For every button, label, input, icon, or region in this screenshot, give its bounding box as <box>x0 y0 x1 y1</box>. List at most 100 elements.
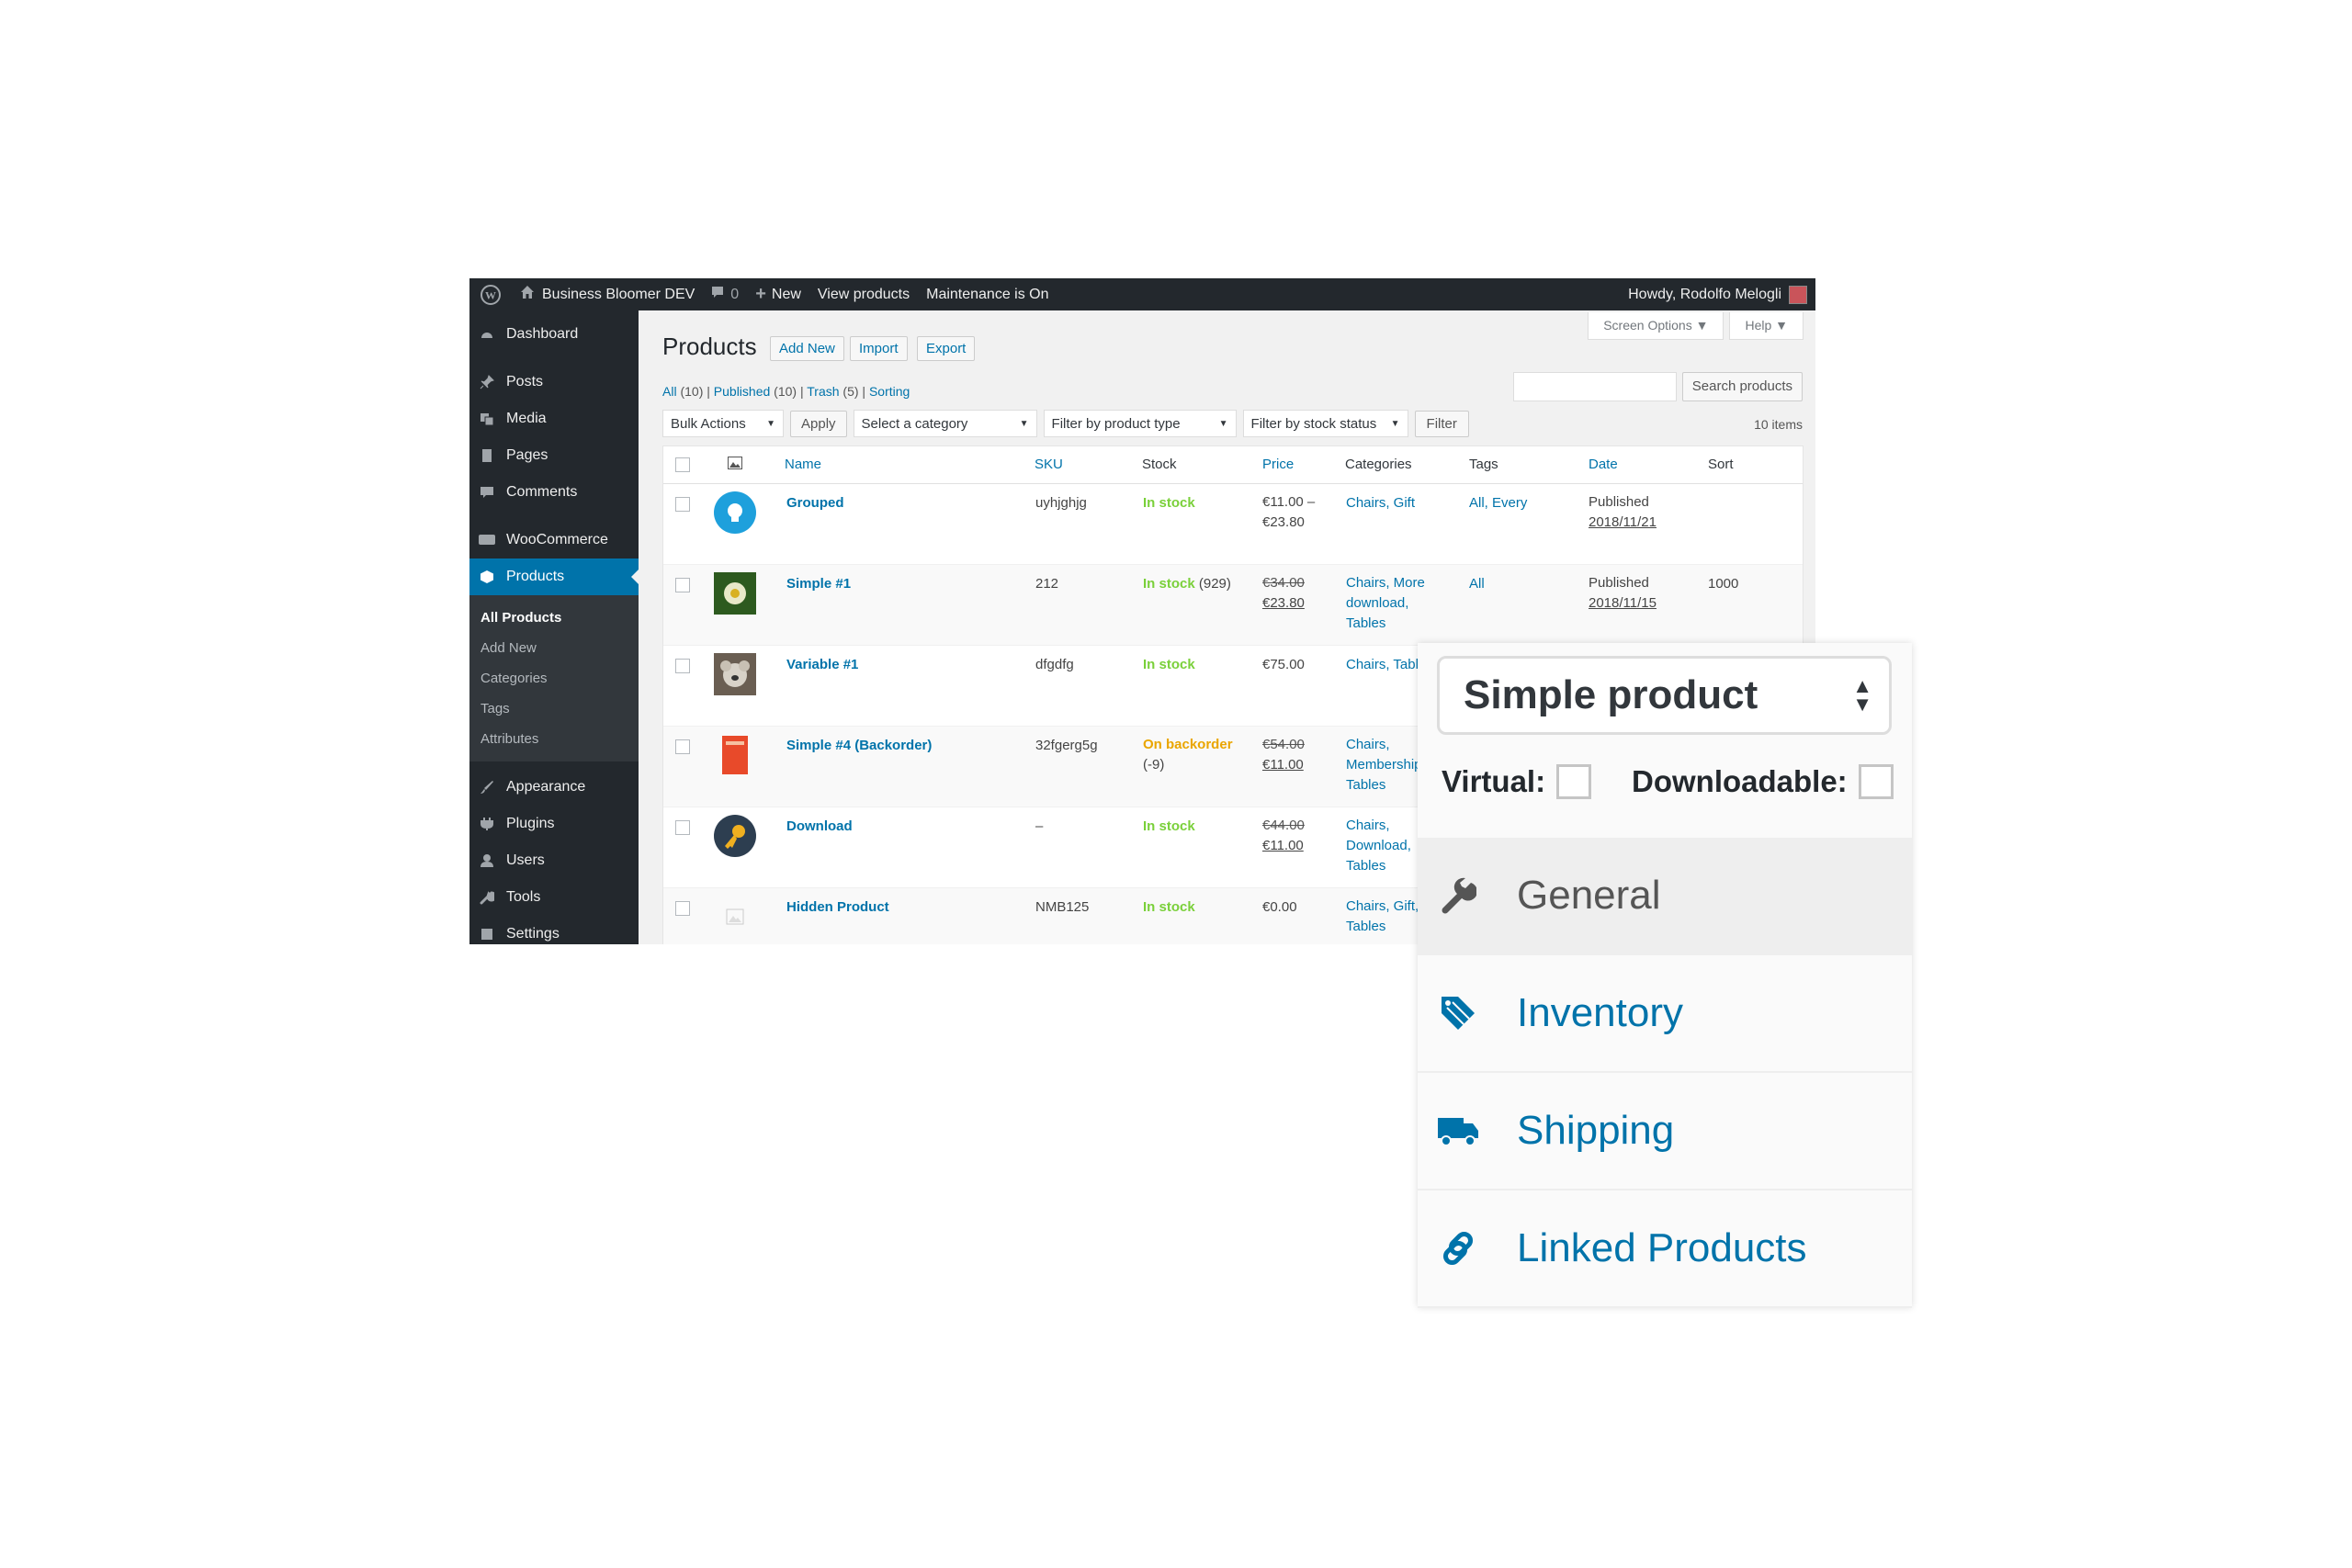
variable-1-thumbnail[interactable] <box>714 653 756 695</box>
product-name-link[interactable]: Variable #1 <box>786 657 858 672</box>
stock-status: In stock <box>1143 576 1195 592</box>
wordpress-logo-icon[interactable]: W <box>469 278 512 310</box>
sidebar-item-tools[interactable]: Tools <box>469 879 639 916</box>
my-account-link[interactable]: Howdy, Rodolfo Melogli <box>1620 278 1815 310</box>
view-published-link[interactable]: Published <box>714 384 771 399</box>
product-categories[interactable]: Chairs, Gift <box>1346 495 1415 511</box>
submenu-add-new[interactable]: Add New <box>469 633 639 663</box>
product-categories[interactable]: Chairs, Tabl <box>1346 657 1419 672</box>
sidebar-item-woocommerce[interactable]: WooCommerce <box>469 522 639 558</box>
row-checkbox[interactable] <box>675 739 690 754</box>
maintenance-link[interactable]: Maintenance is On <box>918 278 1057 310</box>
brush-icon <box>479 779 495 795</box>
sidebar-item-label: Posts <box>506 374 544 389</box>
view-published-count: (10) <box>774 384 797 399</box>
product-tags[interactable]: All, Every <box>1469 495 1527 511</box>
row-checkbox[interactable] <box>675 820 690 835</box>
sidebar-item-dashboard[interactable]: Dashboard <box>469 316 639 353</box>
product-categories[interactable]: Chairs, More download, Tables <box>1346 573 1425 634</box>
view-products-link[interactable]: View products <box>809 278 918 310</box>
comments-link[interactable]: 0 <box>703 278 747 310</box>
stock-status-filter-value: Filter by stock status <box>1250 415 1377 432</box>
row-checkbox[interactable] <box>675 497 690 512</box>
link-icon <box>1438 1228 1478 1269</box>
search-products-button[interactable]: Search products <box>1681 372 1803 401</box>
view-all-link[interactable]: All <box>662 384 677 399</box>
product-name-link[interactable]: Hidden Product <box>786 899 889 915</box>
sidebar-item-comments[interactable]: Comments <box>469 474 639 511</box>
sidebar-item-pages[interactable]: Pages <box>469 437 639 474</box>
sidebar-item-settings[interactable]: Settings <box>469 916 639 944</box>
site-name-link[interactable]: Business Bloomer DEV <box>512 278 703 310</box>
product-tags[interactable]: All <box>1469 576 1485 592</box>
category-line: Tables <box>1346 858 1386 874</box>
new-content-link[interactable]: + New <box>747 278 809 310</box>
tab-general[interactable]: General <box>1418 838 1912 955</box>
product-type-select[interactable]: Simple product ▲ ▼ <box>1437 656 1892 735</box>
view-trash-link[interactable]: Trash <box>807 384 839 399</box>
product-name-link[interactable]: Simple #4 (Backorder) <box>786 738 932 753</box>
product-type-filter-select[interactable]: Filter by product type ▼ <box>1043 410 1237 437</box>
apply-button[interactable]: Apply <box>790 410 847 437</box>
grouped-thumbnail[interactable] <box>714 491 756 534</box>
filter-button[interactable]: Filter <box>1414 410 1469 437</box>
submenu-attributes[interactable]: Attributes <box>469 724 639 754</box>
export-button[interactable]: Export <box>917 336 976 361</box>
sidebar-item-media[interactable]: Media <box>469 400 639 437</box>
column-sku[interactable]: SKU <box>1035 457 1063 472</box>
svg-text:W: W <box>485 288 496 301</box>
price-line: €11.00 – <box>1262 494 1316 510</box>
sidebar-item-posts[interactable]: Posts <box>469 364 639 400</box>
search-input[interactable] <box>1512 372 1677 401</box>
submenu-categories[interactable]: Categories <box>469 663 639 694</box>
download-thumbnail[interactable] <box>714 815 756 857</box>
product-sku: – <box>1035 818 1044 834</box>
virtual-checkbox[interactable] <box>1556 764 1592 799</box>
row-checkbox[interactable] <box>675 901 690 916</box>
submenu-all-products[interactable]: All Products <box>469 603 639 633</box>
product-categories[interactable]: Chairs, Membership Tables <box>1346 735 1422 795</box>
placeholder-image-icon[interactable] <box>714 896 756 938</box>
row-checkbox[interactable] <box>675 659 690 673</box>
import-button[interactable]: Import <box>850 336 908 361</box>
product-type-filter-value: Filter by product type <box>1051 415 1181 432</box>
product-sku: dfgdfg <box>1035 657 1074 672</box>
screen-options-button[interactable]: Screen Options ▼ <box>1588 312 1724 340</box>
select-all-checkbox[interactable] <box>675 457 690 472</box>
sidebar-item-products[interactable]: Products <box>469 558 639 595</box>
bulk-actions-select[interactable]: Bulk Actions ▼ <box>662 410 784 437</box>
column-price[interactable]: Price <box>1262 457 1294 472</box>
category-line: Chairs, Gift, <box>1346 898 1419 914</box>
stock-status-filter-select[interactable]: Filter by stock status ▼ <box>1242 410 1408 437</box>
tag-icon <box>1438 993 1478 1033</box>
sidebar-item-label: Pages <box>506 447 548 463</box>
submenu-tags[interactable]: Tags <box>469 694 639 724</box>
sidebar-item-users[interactable]: Users <box>469 842 639 879</box>
product-categories[interactable]: Chairs, Gift, Tables <box>1346 897 1419 937</box>
product-name-link[interactable]: Grouped <box>786 495 844 511</box>
simple-4-thumbnail[interactable] <box>714 734 756 776</box>
tab-inventory[interactable]: Inventory <box>1418 955 1912 1073</box>
help-button[interactable]: Help ▼ <box>1729 312 1804 340</box>
sidebar-item-plugins[interactable]: Plugins <box>469 806 639 842</box>
column-name[interactable]: Name <box>785 457 821 472</box>
column-date[interactable]: Date <box>1589 457 1618 472</box>
category-filter-select[interactable]: Select a category ▼ <box>853 410 1037 437</box>
tab-linked-products[interactable]: Linked Products <box>1418 1190 1912 1308</box>
select-arrows-icon: ▲ ▼ <box>1852 674 1872 716</box>
sidebar-item-appearance[interactable]: Appearance <box>469 769 639 806</box>
simple-1-thumbnail[interactable] <box>714 572 756 615</box>
table-filters: Bulk Actions ▼ Apply Select a category ▼ F… <box>662 410 1469 437</box>
product-categories[interactable]: Chairs, Download, Tables <box>1346 816 1411 876</box>
plus-icon: + <box>755 284 766 304</box>
add-new-button[interactable]: Add New <box>770 336 844 361</box>
row-checkbox[interactable] <box>675 578 690 592</box>
category-line: Download, <box>1346 838 1411 853</box>
product-sort: 1000 <box>1708 576 1739 592</box>
tab-shipping[interactable]: Shipping <box>1418 1073 1912 1190</box>
view-sorting-link[interactable]: Sorting <box>869 384 910 399</box>
product-name-link[interactable]: Simple #1 <box>786 576 851 592</box>
downloadable-checkbox[interactable] <box>1858 764 1894 799</box>
product-name-link[interactable]: Download <box>786 818 853 834</box>
product-date: Published 2018/11/15 <box>1589 573 1657 614</box>
